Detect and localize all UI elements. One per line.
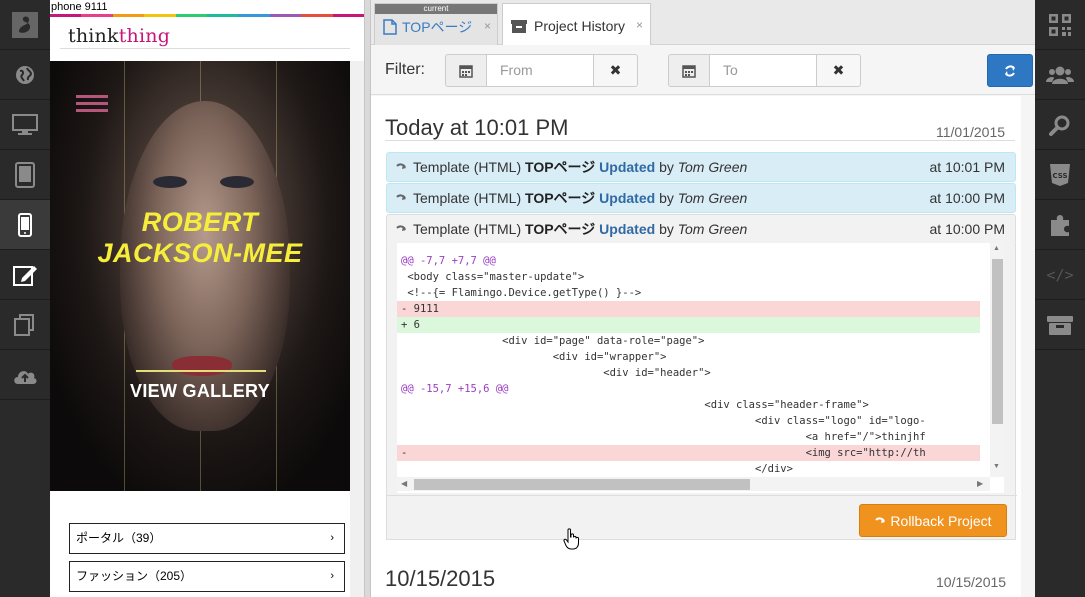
diff-line: - <img src="http://th: [397, 445, 980, 461]
puzzle-icon[interactable]: [1035, 200, 1085, 250]
hand-cursor-icon: [563, 528, 579, 550]
diff-line: @@ -7,7 +7,7 @@: [401, 255, 496, 267]
diff-horizontal-scrollbar[interactable]: ◀ ▶: [397, 477, 990, 491]
tab-project-history[interactable]: Project History ×: [502, 3, 651, 46]
section-date: Today at 10:01 PM: [385, 115, 569, 140]
color-strip: [50, 14, 364, 17]
diff-line: <div id="page" data-role="page">: [401, 335, 705, 347]
current-badge: current: [375, 4, 497, 14]
archive-icon: [511, 20, 527, 33]
diff-line: - 9111: [397, 301, 980, 317]
hero-banner: ROBERT JACKSON-MEE VIEW GALLERY: [50, 61, 350, 491]
refresh-icon: [1005, 64, 1015, 77]
category-item-portal[interactable]: ポータル（39） ›: [69, 523, 345, 554]
left-sidebar: [0, 0, 50, 597]
flamingo-logo-icon[interactable]: [0, 0, 50, 50]
pane-resize-handle[interactable]: [364, 0, 371, 597]
copy-icon[interactable]: [0, 300, 50, 350]
section-date-right: 10/15/2015: [936, 574, 1007, 590]
device-label: phone 9111: [51, 1, 108, 13]
brand-logo[interactable]: thinkthing: [68, 25, 170, 47]
tab-close-icon[interactable]: ×: [484, 19, 491, 33]
from-date-group: From ✖: [445, 54, 638, 87]
rollback-arrow-icon: [875, 516, 886, 523]
section-date-right: 11/01/2015: [936, 124, 1006, 140]
css-icon[interactable]: CSS: [1035, 150, 1085, 200]
tab-close-icon[interactable]: ×: [636, 18, 643, 32]
diff-line: @@ -15,7 +15,6 @@: [401, 383, 509, 395]
users-icon[interactable]: [1035, 50, 1085, 100]
device-preview: phone 9111 thinkthing ROBERT JACKSON-MEE…: [50, 0, 364, 597]
edit-icon[interactable]: [0, 250, 50, 300]
tab-bar: current TOPページ × Project History ×: [371, 0, 1035, 46]
diff-vertical-scrollbar[interactable]: ▲ ▼: [990, 243, 1004, 477]
main-panel: current TOPページ × Project History × Filte…: [371, 0, 1035, 597]
diff-line: <div id="header">: [401, 367, 711, 379]
history-entry[interactable]: Template (HTML) TOPページ Updated by Tom Gr…: [386, 152, 1016, 182]
filter-bar: Filter: From ✖ To ✖: [371, 45, 1035, 95]
preview-scrollbar[interactable]: [350, 61, 364, 597]
diff-line: <div id="wrapper">: [401, 351, 667, 363]
qr-code-icon[interactable]: [1035, 0, 1085, 50]
rollback-arrow-icon: [396, 163, 406, 169]
tablet-icon[interactable]: [0, 150, 50, 200]
diff-viewer[interactable]: @@ -7,7 +7,7 @@ <body class="master-upda…: [397, 243, 1004, 493]
section-date: 10/15/2015: [385, 566, 496, 591]
hamburger-menu-icon[interactable]: [76, 95, 108, 113]
rollback-arrow-icon: [396, 194, 406, 200]
rollback-arrow-icon: [396, 225, 406, 231]
clear-to-icon[interactable]: ✖: [816, 54, 861, 87]
diff-line: </div>: [401, 463, 793, 475]
view-gallery-button[interactable]: VIEW GALLERY: [50, 381, 350, 402]
diff-line: + 6: [397, 317, 980, 333]
diff-line: <div class="header-frame">: [401, 399, 869, 411]
history-list: Today at 10:01 PM 11/01/2015 Template (H…: [371, 96, 1035, 597]
history-scrollbar[interactable]: [1021, 96, 1035, 597]
svg-text:CSS: CSS: [1052, 172, 1067, 180]
to-date-group: To ✖: [668, 54, 861, 87]
clear-from-icon[interactable]: ✖: [593, 54, 638, 87]
diff-panel: @@ -7,7 +7,7 @@ <body class="master-upda…: [386, 243, 1017, 540]
filter-label: Filter:: [385, 61, 425, 78]
diff-line: <!--{= Flamingo.Device.getType() }-->: [401, 287, 642, 299]
diff-line: <body class="master-update">: [401, 271, 585, 283]
globe-icon[interactable]: [0, 50, 50, 100]
from-date-input[interactable]: From: [487, 54, 593, 87]
rollback-project-button[interactable]: Rollback Project: [859, 504, 1007, 537]
to-date-input[interactable]: To: [710, 54, 816, 87]
history-entry-expanded[interactable]: Template (HTML) TOPページ Updated by Tom Gr…: [386, 214, 1016, 244]
chevron-right-icon: ›: [330, 570, 334, 582]
phone-icon[interactable]: [0, 200, 50, 250]
archive-icon[interactable]: [1035, 300, 1085, 350]
search-icon[interactable]: [1035, 100, 1085, 150]
chevron-right-icon: ›: [330, 532, 334, 544]
diff-line: <div class="logo" id="logo-: [401, 415, 926, 427]
hero-title: ROBERT JACKSON-MEE: [97, 207, 303, 268]
category-item-fashion[interactable]: ファッション（205） ›: [69, 561, 345, 592]
cloud-upload-icon[interactable]: [0, 350, 50, 400]
diff-line: <a href="/">thinjhf: [401, 431, 926, 443]
tab-top-page[interactable]: current TOPページ ×: [374, 3, 498, 45]
calendar-icon[interactable]: [445, 54, 487, 87]
calendar-icon[interactable]: [668, 54, 710, 87]
desktop-icon[interactable]: [0, 100, 50, 150]
code-icon[interactable]: </>: [1035, 250, 1085, 300]
file-icon: [383, 19, 397, 35]
refresh-button[interactable]: [987, 54, 1033, 87]
history-entry[interactable]: Template (HTML) TOPページ Updated by Tom Gr…: [386, 183, 1016, 213]
right-sidebar: CSS </>: [1035, 0, 1085, 597]
